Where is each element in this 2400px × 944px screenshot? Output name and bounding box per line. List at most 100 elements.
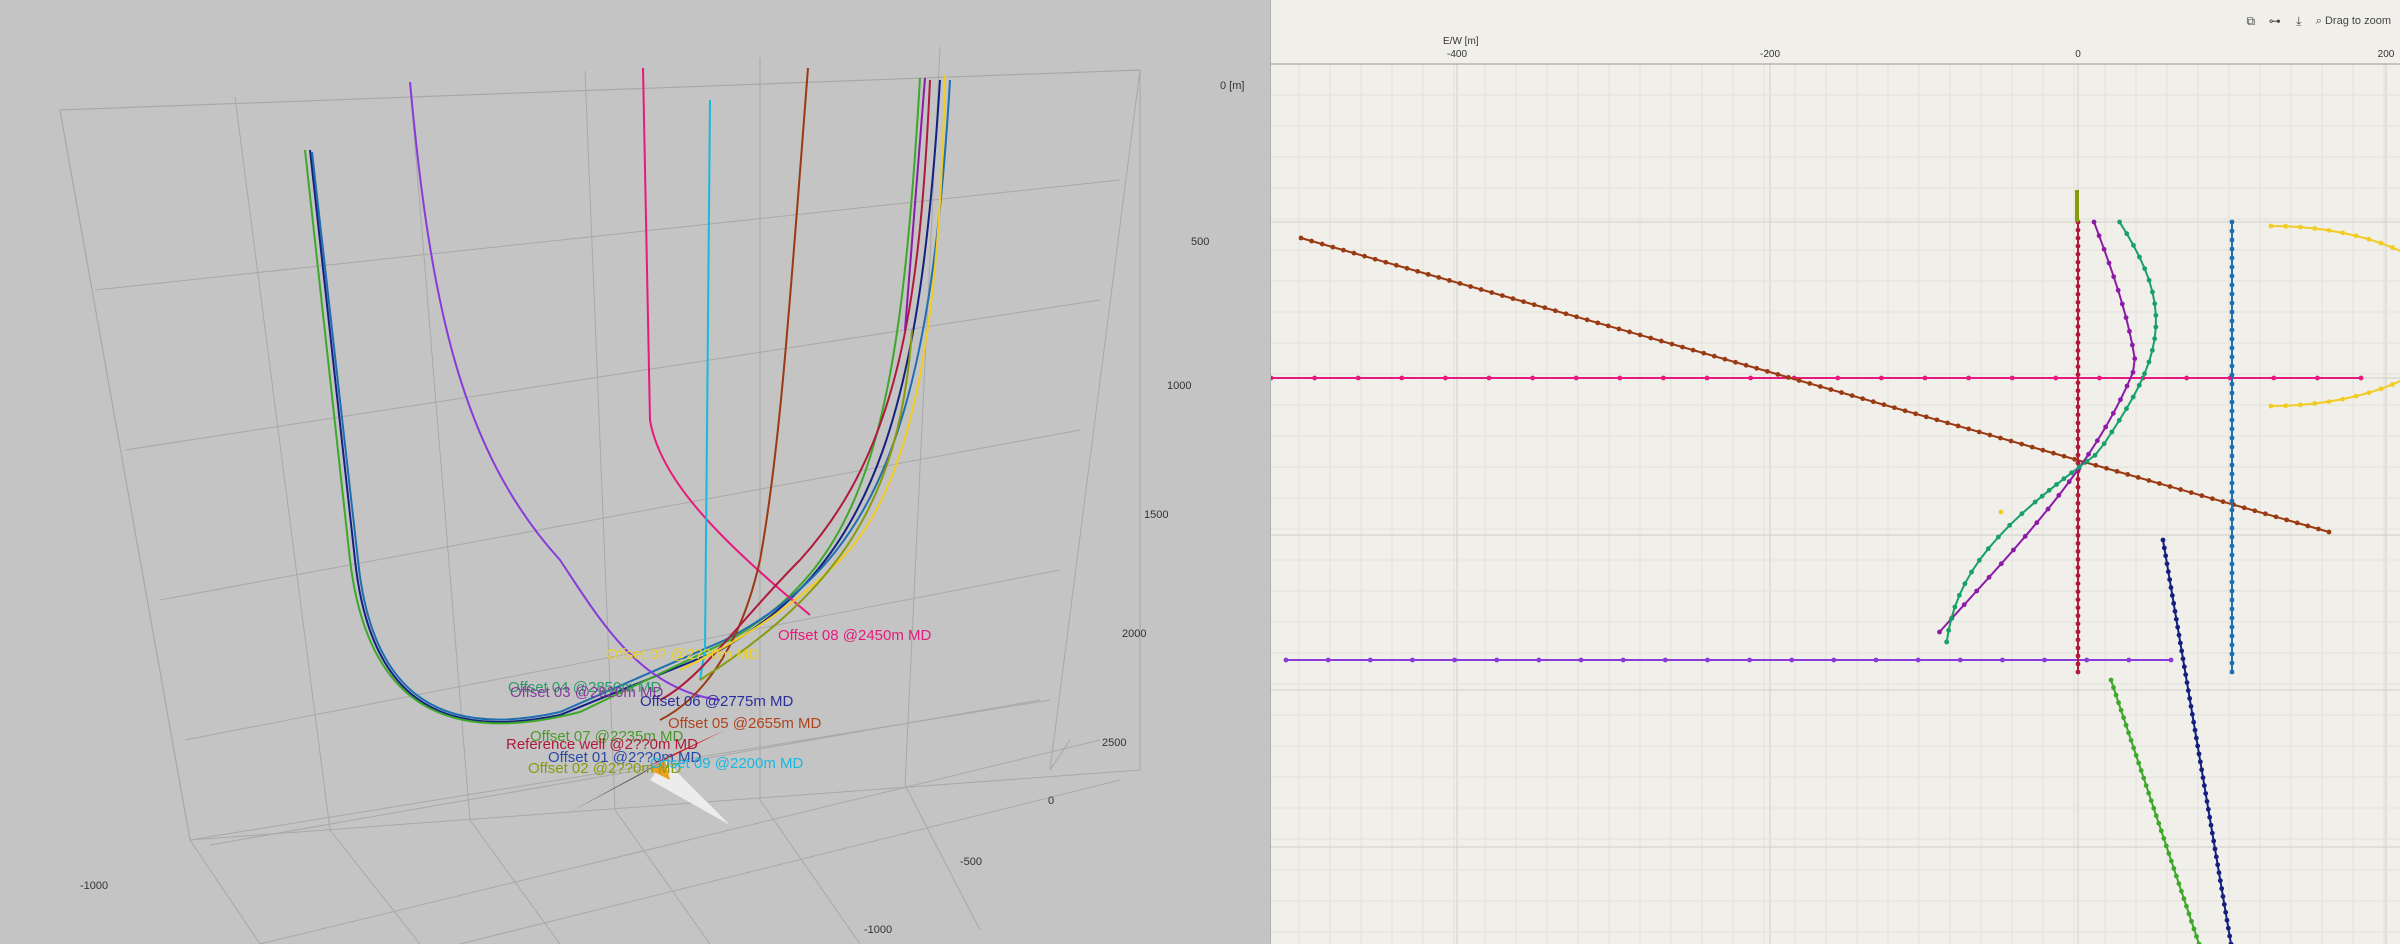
plan-offset01-point [2229, 345, 2235, 351]
plan-offset07-point [2161, 836, 2167, 841]
plan-offsetP-point [1705, 657, 1710, 663]
ns-label-1000: -1000 [864, 924, 892, 936]
plan-offset03-point [2103, 424, 2109, 430]
plan-offset08-point [1617, 375, 1623, 381]
plan-offset04-point [1944, 639, 1950, 645]
grid-line [159, 429, 1081, 601]
plan-reference-point [2075, 613, 2081, 619]
plan-offset04-point [2054, 482, 2059, 487]
plan-offset05-point [2252, 508, 2258, 514]
plan-offset05-point [1955, 423, 1961, 429]
plan-offset01-point [2229, 255, 2235, 261]
plan-offset01-point [2229, 318, 2235, 324]
plan-offset08-point [1443, 375, 1448, 381]
plan-offset07-point [2171, 866, 2177, 871]
plan-offset04-point [2137, 254, 2142, 260]
3d-well-view[interactable]: 0 [m] 500 1000 1500 2000 2500 0 -500 -10… [0, 0, 1270, 944]
plan-offset05-point [1521, 299, 1526, 305]
plan-offset05-point [1902, 408, 1908, 414]
plan-offset05-point [1489, 290, 1495, 295]
layers-icon[interactable]: ⧉ [2244, 14, 2258, 28]
plan-offset06-point [2227, 933, 2233, 939]
pan-icon[interactable]: ⊶ [2268, 14, 2282, 28]
depth-label-2500: 2500 [1102, 737, 1126, 749]
plan-offset04-point [2061, 476, 2067, 482]
plan-reference-point [2075, 629, 2081, 635]
plan-offset05-point [1881, 402, 1887, 408]
plan-offset08-point [1835, 375, 1841, 381]
plan-offset06-point [2205, 806, 2211, 812]
plan-offset01-point [2229, 237, 2235, 243]
plan-offset01-point [2229, 363, 2235, 369]
plan-offset06-point [2167, 577, 2173, 583]
plan-offset07-point [2179, 888, 2184, 894]
plan-offset06-point [2183, 672, 2189, 678]
plan-offset05-point [1807, 381, 1813, 386]
plan-reference-point [2075, 316, 2081, 321]
3d-viewport[interactable]: 0 [m] 500 1000 1500 2000 2500 0 -500 -10… [0, 0, 1270, 944]
plan-offset05-point [1478, 287, 1484, 292]
plan-offset06-point [2165, 569, 2171, 575]
plan-offset03-point [1937, 629, 1942, 635]
plan-offset05-point [2114, 468, 2120, 474]
plan-reference-point [2075, 645, 2081, 651]
plan-offset06-point [2196, 751, 2202, 757]
plan-offset06-point [2197, 759, 2203, 765]
plan-offset03-point [2086, 451, 2091, 457]
plan-offset01-point [2229, 561, 2235, 567]
plan-offset01-point [2229, 534, 2235, 540]
plan-offset05-point [1945, 420, 1950, 426]
plan-offset07-point [2156, 820, 2162, 826]
zoom-button[interactable]: ⌕ Drag to zoom [2316, 15, 2391, 28]
plan-offset05-point [1934, 417, 1940, 423]
plan-offset03-point [1986, 574, 1992, 580]
plan-offset01-point [2229, 579, 2235, 585]
plan-offset03-point [1998, 561, 2004, 567]
axis-title-ew: E/W [m] [1443, 36, 1479, 47]
grid-line [59, 69, 1141, 111]
plan-offset07-point [2111, 685, 2116, 690]
plan-offset05-point [2019, 441, 2025, 447]
plan-offset03-point [2110, 410, 2116, 416]
plan-offset01-point [2229, 390, 2235, 396]
plan-offsetP-point [1452, 657, 1457, 663]
plan-offset01-point [2229, 282, 2235, 288]
plan-offset05-point [1574, 314, 1579, 320]
plan-plot[interactable]: E/W [m] -400 -200 0 200 [1271, 0, 2400, 944]
plan-offsetP-point [1410, 657, 1415, 663]
plan-offset04-point [1956, 592, 1962, 598]
plan-offset04-point [2152, 301, 2158, 307]
plan-offset07-point [2158, 828, 2164, 834]
x-tick-minus400: -400 [1447, 49, 1467, 60]
well-label: Offset 09 @2200m MD [650, 755, 804, 772]
plan-offset05-point [2125, 472, 2131, 477]
plan-offset06-point [2164, 561, 2170, 567]
plan-offset08-point [1271, 375, 1274, 381]
plan-offset03-point [2127, 328, 2132, 334]
plan-offset06-point [2220, 894, 2226, 899]
plan-offset10-a-point [2378, 240, 2384, 246]
plan-view-panel[interactable]: ⧉ ⊶ ⤓ ⌕ Drag to zoom E/W [m] -400 -200 0… [1270, 0, 2400, 944]
plan-reference-point [2075, 621, 2081, 627]
plan-offset03-point [2011, 547, 2016, 553]
download-icon[interactable]: ⤓ [2292, 14, 2306, 28]
plan-offset01-point [2229, 399, 2235, 405]
depth-label-500: 500 [1191, 236, 1209, 248]
grid-line [59, 109, 191, 841]
plan-offset01-point [2229, 633, 2235, 639]
plan-offset05-point [1775, 371, 1781, 377]
plan-offset05-point [1680, 344, 1685, 350]
plan-offset08-point [1879, 375, 1884, 381]
plan-offset05-point [1690, 347, 1696, 353]
plan-offset06-point [2224, 917, 2230, 923]
plan-offset05-point [2146, 478, 2152, 483]
plan-reference-point [2075, 516, 2081, 522]
plan-offset01-point [2229, 426, 2235, 432]
plan-offset04-point [1996, 534, 2001, 540]
plan-reference-point [2075, 653, 2081, 659]
depth-label-1000: 1000 [1167, 380, 1191, 392]
plan-offset05-point [1499, 293, 1505, 298]
plan-offset08-point [1573, 375, 1579, 381]
plan-offset06-point [2213, 854, 2219, 860]
plan-offset03-point [2124, 383, 2130, 389]
